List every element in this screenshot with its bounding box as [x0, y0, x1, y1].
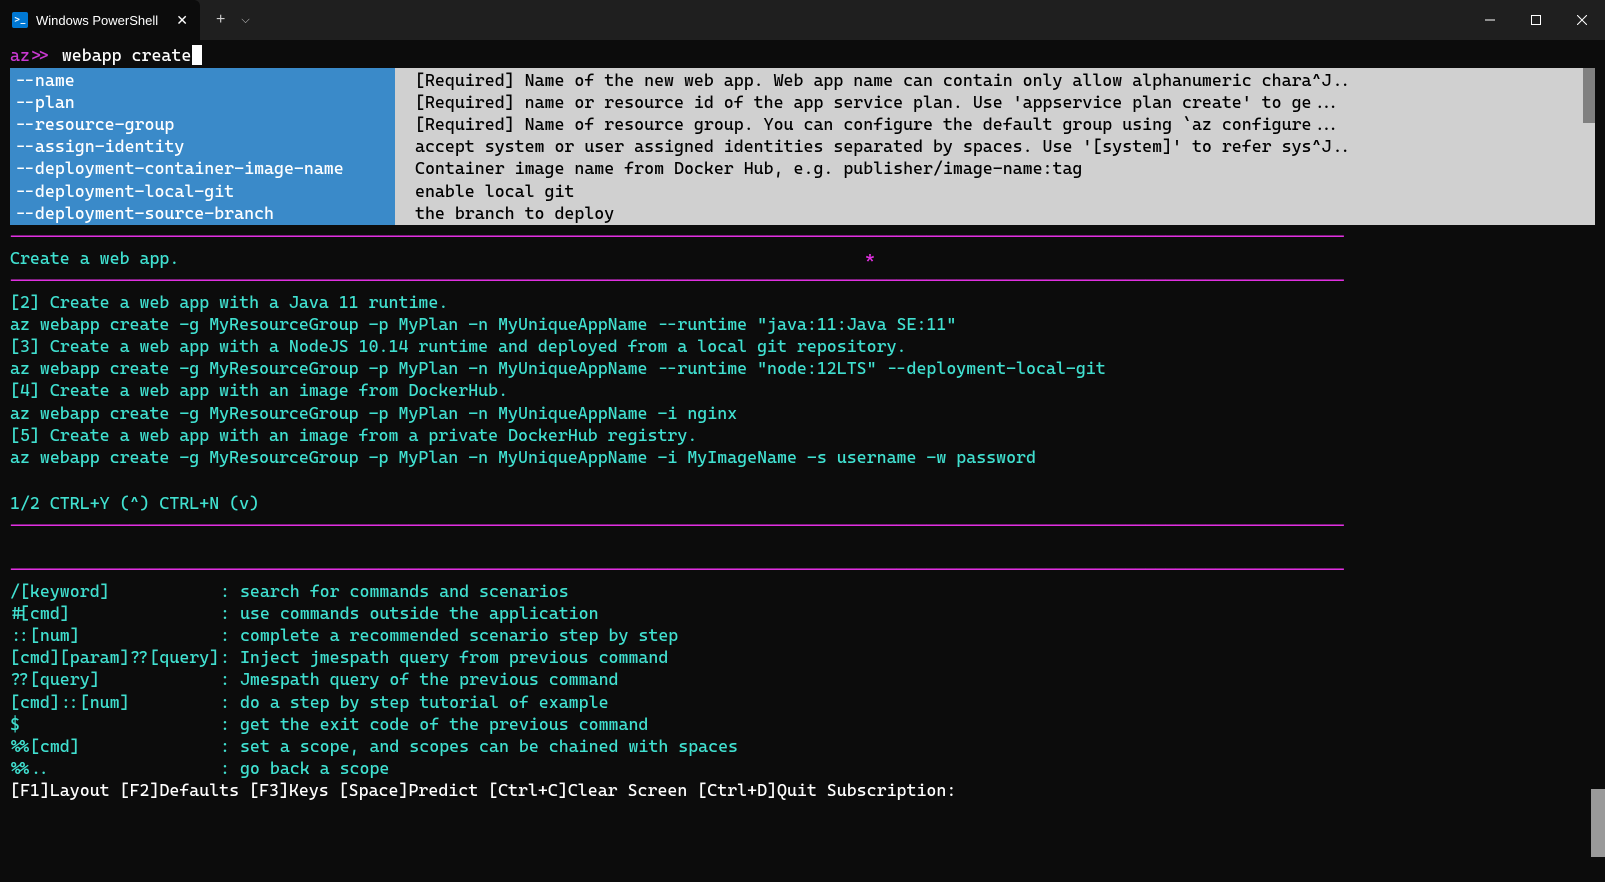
help-desc: Inject jmespath query from previous comm… [240, 646, 668, 668]
separator: ----------------------------------------… [10, 514, 1595, 536]
help-desc: get the exit code of the previous comman… [240, 713, 648, 735]
help-row: /[keyword]:search for commands and scena… [10, 580, 1595, 602]
help-key: %%[cmd] [10, 735, 220, 757]
help-key: [cmd]::[num] [10, 691, 220, 713]
help-desc: search for commands and scenarios [240, 580, 569, 602]
close-tab-icon[interactable]: ✕ [176, 12, 188, 29]
example-line: az webapp create -g MyResourceGroup -p M… [10, 402, 1595, 424]
completion-desc: Container image name from Docker Hub, e.… [415, 157, 1595, 179]
completion-option[interactable]: --assign-identity [15, 135, 390, 157]
prompt-line: az>> webapp create [10, 44, 1595, 66]
completion-descriptions: [Required] Name of the new web app. Web … [395, 68, 1595, 225]
main-scrollbar-thumb[interactable] [1591, 789, 1605, 857]
help-table: /[keyword]:search for commands and scena… [10, 580, 1595, 779]
completion-desc: the branch to deploy [415, 202, 1595, 224]
completion-scrollbar-thumb[interactable] [1583, 68, 1595, 123]
example-line: az webapp create -g MyResourceGroup -p M… [10, 446, 1595, 468]
help-desc: go back a scope [240, 757, 389, 779]
powershell-icon: >_ [12, 12, 28, 28]
example-line: [4] Create a web app with an image from … [10, 379, 1595, 401]
bottom-bar: [F1]Layout [F2]Defaults [F3]Keys [Space]… [10, 779, 1595, 801]
command-input[interactable]: webapp create [62, 44, 192, 66]
tab-dropdown-icon[interactable]: ⌵ [233, 10, 257, 31]
star-marker: * [865, 247, 875, 269]
window-controls [1467, 0, 1605, 40]
new-tab-button[interactable]: + [208, 7, 233, 33]
example-line: [2] Create a web app with a Java 11 runt… [10, 291, 1595, 313]
tab-title: Windows PowerShell [36, 13, 164, 28]
help-row: ::[num]:complete a recommended scenario … [10, 624, 1595, 646]
completion-scrollbar-track[interactable] [1583, 68, 1595, 225]
help-key: /[keyword] [10, 580, 220, 602]
help-desc: do a step by step tutorial of example [240, 691, 609, 713]
completion-desc: [Required] Name of resource group. You c… [415, 113, 1595, 135]
completion-option[interactable]: --deployment-local-git [15, 180, 390, 202]
help-title-row: Create a web app. * [10, 247, 1595, 269]
help-key: ??[query] [10, 668, 220, 690]
help-key: [cmd][param]??[query] [10, 646, 220, 668]
separator: ----------------------------------------… [10, 558, 1595, 580]
help-key: #[cmd] [10, 602, 220, 624]
help-key: $ [10, 713, 220, 735]
completion-desc: enable local git [415, 180, 1595, 202]
help-row: [cmd]::[num]:do a step by step tutorial … [10, 691, 1595, 713]
help-row: %%..:go back a scope [10, 757, 1595, 779]
completion-option[interactable]: --plan [15, 91, 390, 113]
separator: ----------------------------------------… [10, 269, 1595, 291]
completion-option[interactable]: --deployment-source-branch [15, 202, 390, 224]
example-line: [3] Create a web app with a NodeJS 10.14… [10, 335, 1595, 357]
prompt-prefix: az>> [10, 44, 50, 66]
help-row: [cmd][param]??[query]:Inject jmespath qu… [10, 646, 1595, 668]
completion-option[interactable]: --deployment-container-image-name [15, 157, 390, 179]
completion-desc: [Required] Name of the new web app. Web … [415, 69, 1595, 91]
completion-popup[interactable]: --name --plan --resource-group --assign-… [10, 68, 1595, 225]
tab-powershell[interactable]: >_ Windows PowerShell ✕ [0, 0, 200, 40]
help-key: %%.. [10, 757, 220, 779]
maximize-button[interactable] [1513, 0, 1559, 40]
help-desc: Jmespath query of the previous command [240, 668, 619, 690]
help-row: %%[cmd]:set a scope, and scopes can be c… [10, 735, 1595, 757]
completion-option[interactable]: --resource-group [15, 113, 390, 135]
help-desc: complete a recommended scenario step by … [240, 624, 678, 646]
completion-desc: accept system or user assigned identitie… [415, 135, 1595, 157]
help-row: ??[query]:Jmespath query of the previous… [10, 668, 1595, 690]
close-window-button[interactable] [1559, 0, 1605, 40]
separator: ----------------------------------------… [10, 225, 1595, 247]
help-key: ::[num] [10, 624, 220, 646]
minimize-button[interactable] [1467, 0, 1513, 40]
help-title: Create a web app. [10, 247, 179, 269]
text-cursor [192, 45, 202, 65]
tab-actions: + ⌵ [200, 0, 266, 40]
titlebar: >_ Windows PowerShell ✕ + ⌵ [0, 0, 1605, 40]
nav-hint: 1/2 CTRL+Y (^) CTRL+N (v) [10, 492, 1595, 514]
terminal-area[interactable]: az>> webapp create --name --plan --resou… [0, 40, 1605, 805]
help-row: $:get the exit code of the previous comm… [10, 713, 1595, 735]
help-desc: use commands outside the application [240, 602, 599, 624]
completion-options[interactable]: --name --plan --resource-group --assign-… [10, 68, 395, 225]
completion-option[interactable]: --name [15, 69, 390, 91]
example-line: az webapp create -g MyResourceGroup -p M… [10, 357, 1595, 379]
help-row: #[cmd]:use commands outside the applicat… [10, 602, 1595, 624]
examples-block: [2] Create a web app with a Java 11 runt… [10, 291, 1595, 468]
example-line: [5] Create a web app with an image from … [10, 424, 1595, 446]
completion-desc: [Required] name or resource id of the ap… [415, 91, 1595, 113]
example-line: az webapp create -g MyResourceGroup -p M… [10, 313, 1595, 335]
help-desc: set a scope, and scopes can be chained w… [240, 735, 738, 757]
